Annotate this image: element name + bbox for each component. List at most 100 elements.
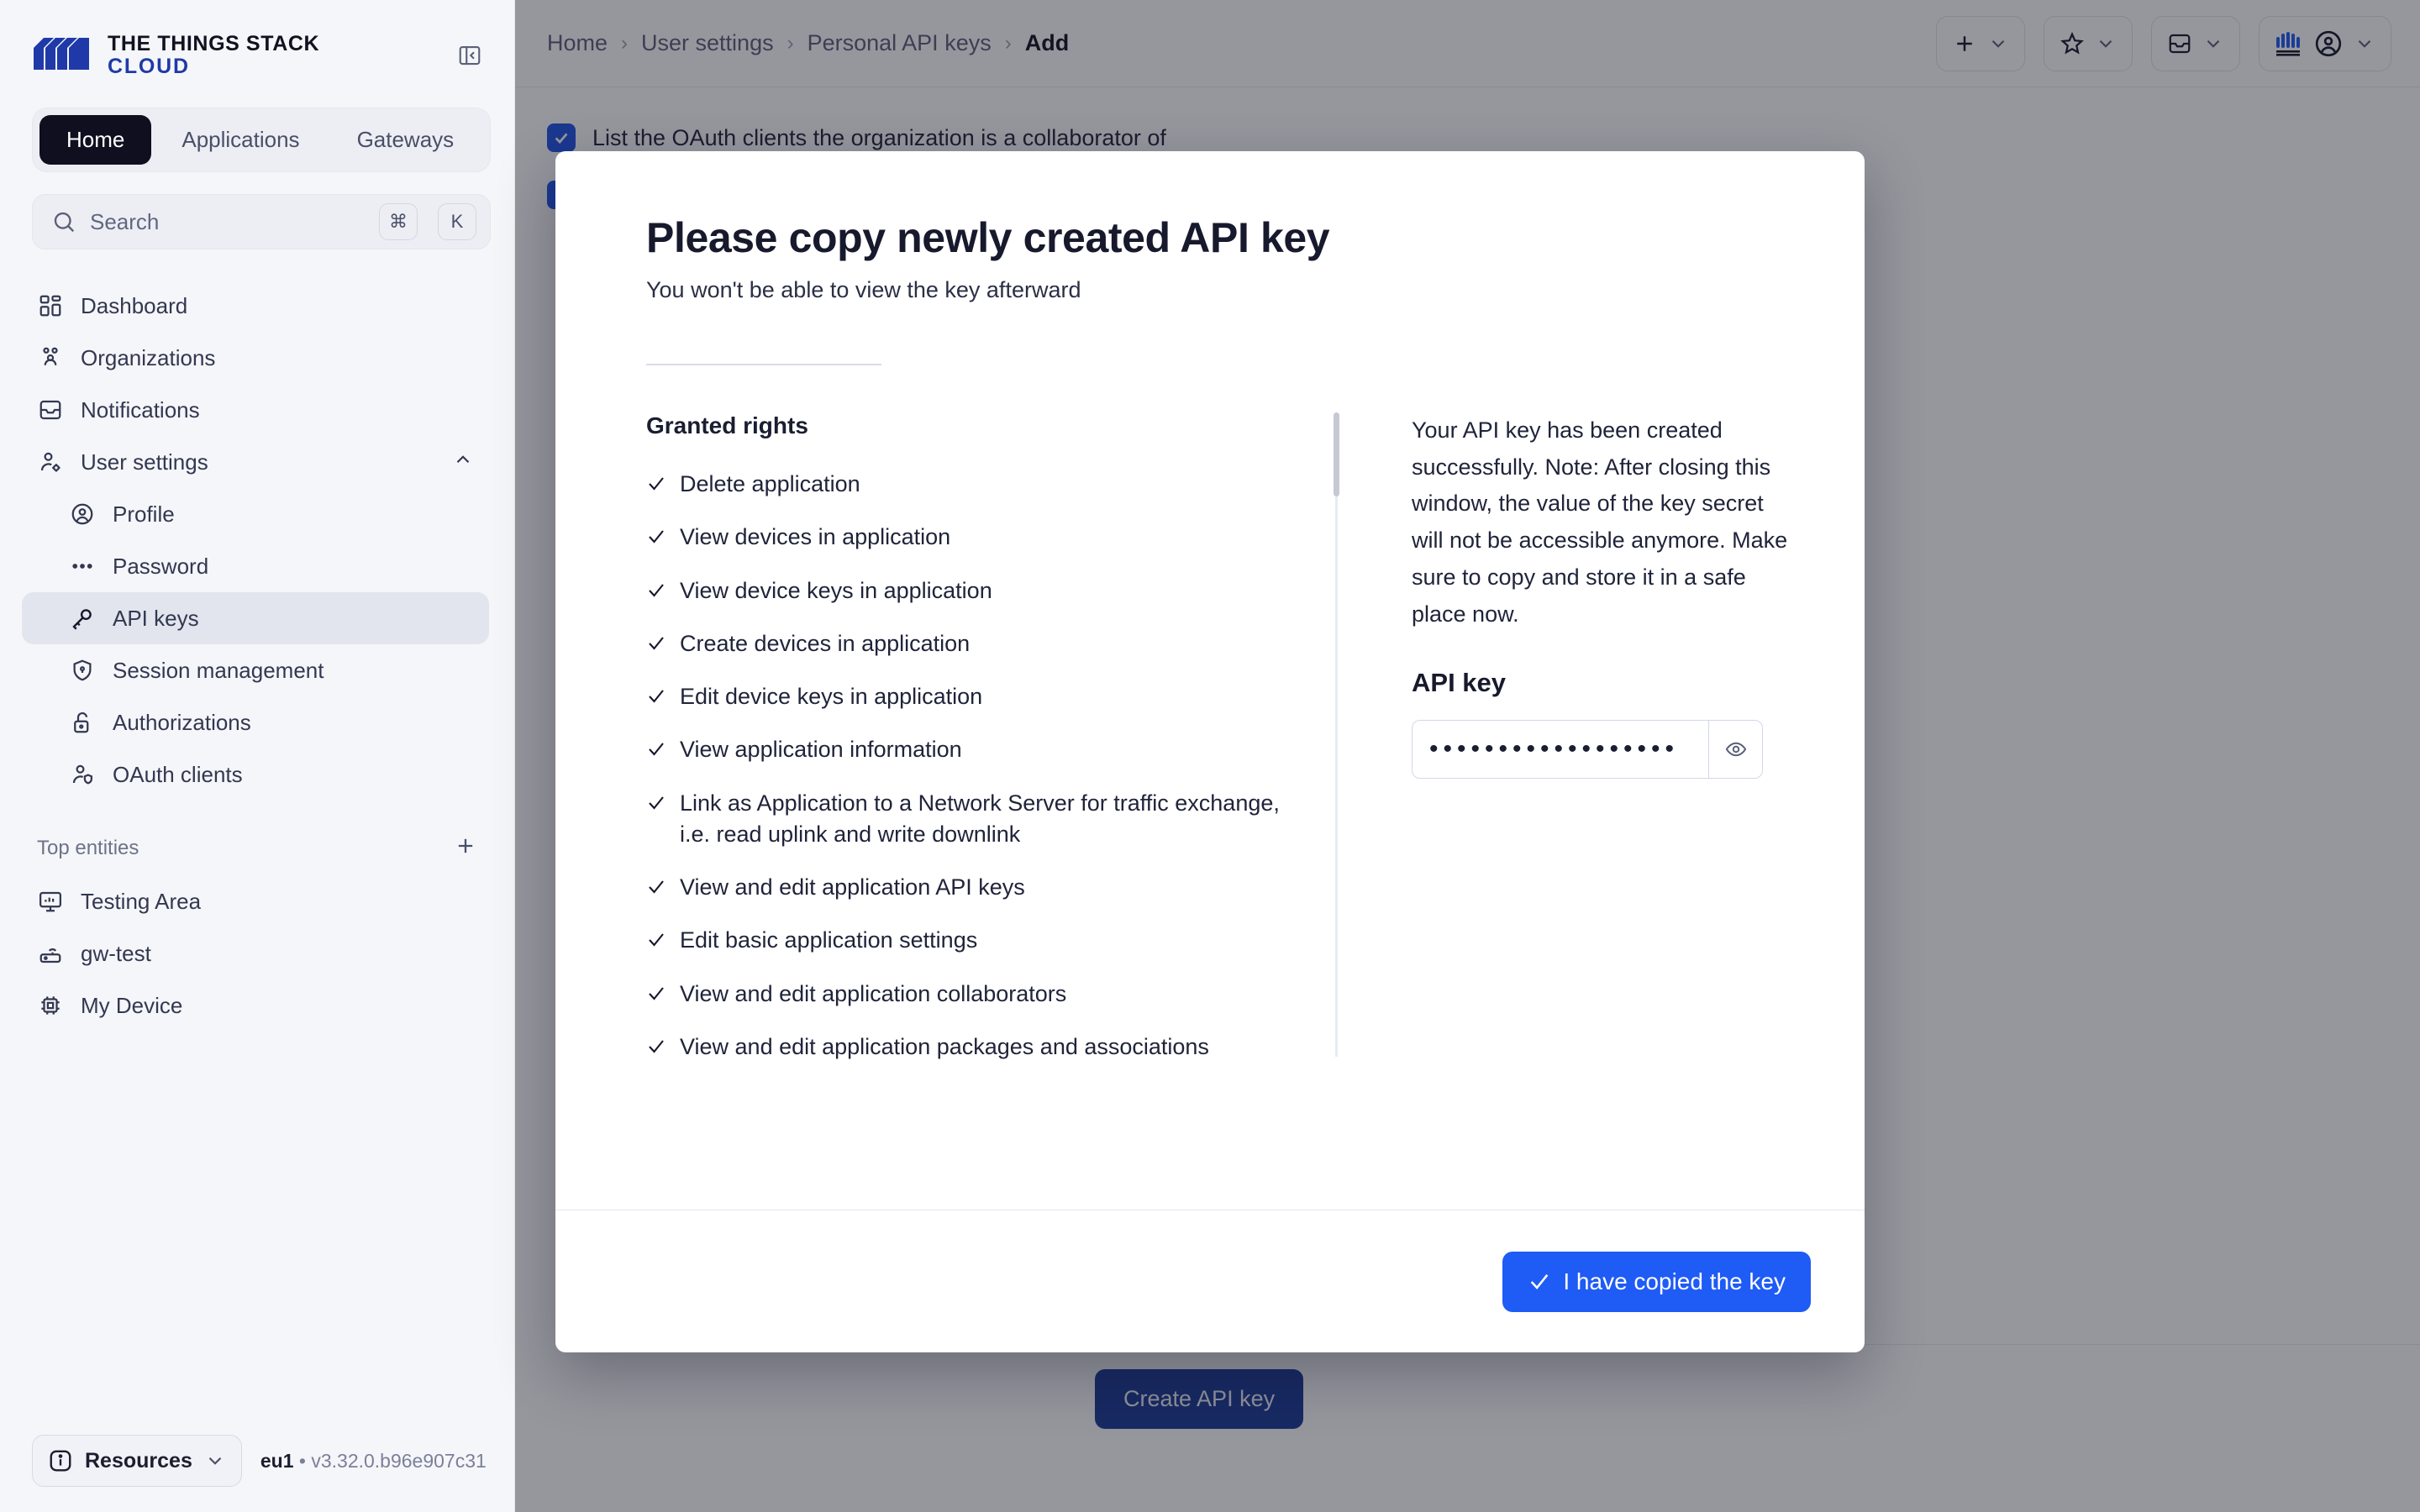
device-icon: [37, 992, 64, 1019]
sidebar-tabs: Home Applications Gateways: [32, 108, 491, 172]
unlock-icon: [69, 709, 96, 736]
version-info: eu1 • v3.32.0.b96e907c31: [260, 1450, 487, 1473]
modal-scrollbar[interactable]: [1334, 412, 1339, 1057]
right-label: Edit basic application settings: [680, 927, 978, 953]
scrollbar-thumb[interactable]: [1334, 412, 1339, 496]
sidebar-item-dashboard[interactable]: Dashboard: [22, 280, 489, 332]
sidebar-item-api-keys[interactable]: API keys: [22, 592, 489, 644]
right-label: Create devices in application: [680, 630, 971, 656]
api-key-value: ••••••••••••••••••: [1429, 735, 1680, 764]
entity-item-testing-area[interactable]: Testing Area: [22, 875, 489, 927]
modal-columns: Granted rights Delete application View d…: [646, 412, 1789, 1074]
check-icon: [646, 527, 666, 551]
sidebar-item-label: OAuth clients: [113, 761, 243, 787]
sidebar-item-user-settings[interactable]: User settings: [22, 436, 489, 488]
check-icon: [646, 793, 666, 817]
sidebar-footer: Resources eu1 • v3.32.0.b96e907c31: [0, 1435, 514, 1512]
dashboard-icon: [37, 292, 64, 319]
right-item: Delete application: [646, 458, 1310, 511]
things-stack-logo-icon: [34, 38, 89, 70]
organizations-icon: [37, 344, 64, 371]
sidebar-item-oauth-clients[interactable]: OAuth clients: [22, 748, 489, 801]
granted-rights-list: Delete application View devices in appli…: [646, 458, 1310, 1074]
entity-item-my-device[interactable]: My Device: [22, 979, 489, 1032]
right-item: Edit basic application settings: [646, 914, 1310, 967]
profile-icon: [69, 501, 96, 528]
sidebar-item-label: Authorizations: [113, 709, 251, 735]
toggle-visibility-button[interactable]: [1708, 721, 1762, 779]
sidebar-item-organizations[interactable]: Organizations: [22, 332, 489, 384]
tab-applications[interactable]: Applications: [155, 115, 326, 165]
tab-home[interactable]: Home: [39, 115, 152, 165]
resources-button[interactable]: Resources: [32, 1435, 242, 1487]
check-icon: [646, 474, 666, 498]
sidebar-header: THE THINGS STACK CLOUD: [0, 0, 514, 87]
api-key-field[interactable]: ••••••••••••••••••: [1412, 720, 1763, 780]
sidebar-item-label: Session management: [113, 657, 324, 683]
right-label: View application information: [680, 737, 962, 763]
resources-label: Resources: [85, 1448, 192, 1473]
right-label: View device keys in application: [680, 577, 992, 603]
sidebar-nav: Dashboard Organizations Notifications Us…: [0, 280, 514, 801]
tab-gateways[interactable]: Gateways: [330, 115, 481, 165]
sidebar-item-notifications[interactable]: Notifications: [22, 384, 489, 436]
confirm-copied-button[interactable]: I have copied the key: [1502, 1251, 1811, 1312]
sidebar-item-label: Notifications: [81, 396, 200, 423]
user-settings-icon: [37, 449, 64, 475]
api-key-panel: Your API key has been created successful…: [1338, 412, 1789, 1074]
right-item: View and edit application packages and a…: [646, 1021, 1310, 1074]
top-entities-header: Top entities: [37, 834, 477, 862]
confirm-copied-label: I have copied the key: [1563, 1268, 1786, 1294]
check-icon: [646, 739, 666, 764]
right-item: View application information: [646, 723, 1310, 776]
search-input[interactable]: Search ⌘ K: [32, 194, 491, 249]
search-placeholder: Search: [90, 208, 160, 234]
sidebar-item-session-management[interactable]: Session management: [22, 644, 489, 696]
granted-rights-heading: Granted rights: [646, 412, 808, 438]
sidebar-item-label: Profile: [113, 501, 175, 527]
right-label: Edit device keys in application: [680, 684, 983, 709]
add-entity-button[interactable]: [454, 834, 477, 862]
entity-item-label: Testing Area: [81, 888, 202, 914]
sidebar-item-label: Organizations: [81, 344, 216, 370]
application-icon: [37, 888, 64, 915]
notifications-icon: [37, 396, 64, 423]
granted-rights-panel: Granted rights Delete application View d…: [646, 412, 1335, 1074]
right-label: View devices in application: [680, 524, 951, 550]
oauth-clients-icon: [69, 761, 96, 788]
plus-icon: [458, 838, 473, 853]
copy-api-key-modal: Please copy newly created API key You wo…: [555, 151, 1865, 1352]
chevron-down-icon: [208, 1457, 222, 1465]
cluster-label: eu1: [260, 1449, 294, 1472]
entity-item-gw-test[interactable]: gw-test: [22, 927, 489, 979]
right-item: Link as Application to a Network Server …: [646, 777, 1310, 862]
modal-body: Please copy newly created API key You wo…: [555, 151, 1865, 1210]
top-entities-nav: Testing Area gw-test My Device: [0, 875, 514, 1032]
right-label: Link as Application to a Network Server …: [680, 790, 1280, 847]
search-shortcut-k: K: [438, 203, 476, 240]
modal-title: Please copy newly created API key: [646, 214, 1330, 261]
brand-logo[interactable]: THE THINGS STACK CLOUD: [32, 33, 319, 78]
check-icon: [646, 1037, 666, 1061]
right-item: View and edit application API keys: [646, 861, 1310, 914]
top-entities-label: Top entities: [37, 836, 139, 859]
entity-item-label: My Device: [81, 992, 183, 1018]
check-icon: [646, 580, 666, 605]
chevron-up-icon: [452, 449, 474, 476]
api-key-heading: API key: [1412, 668, 1507, 698]
eye-icon: [1725, 743, 1746, 757]
search-shortcut-cmd: ⌘: [379, 203, 418, 240]
sidebar-item-password[interactable]: Password: [22, 540, 489, 592]
check-icon: [646, 686, 666, 711]
sidebar-item-authorizations[interactable]: Authorizations: [22, 696, 489, 748]
sidebar-item-label: User settings: [81, 449, 208, 475]
check-icon: [646, 877, 666, 901]
sidebar-item-profile[interactable]: Profile: [22, 488, 489, 540]
right-label: View and edit application packages and a…: [680, 1033, 1209, 1059]
modal-subtitle: You won't be able to view the key afterw…: [646, 277, 1081, 302]
collapse-sidebar-button[interactable]: [450, 36, 489, 75]
version-label: v3.32.0.b96e907c31: [311, 1449, 487, 1472]
check-icon: [1531, 1273, 1549, 1289]
api-key-note: Your API key has been created successful…: [1412, 417, 1788, 627]
check-icon: [646, 633, 666, 658]
